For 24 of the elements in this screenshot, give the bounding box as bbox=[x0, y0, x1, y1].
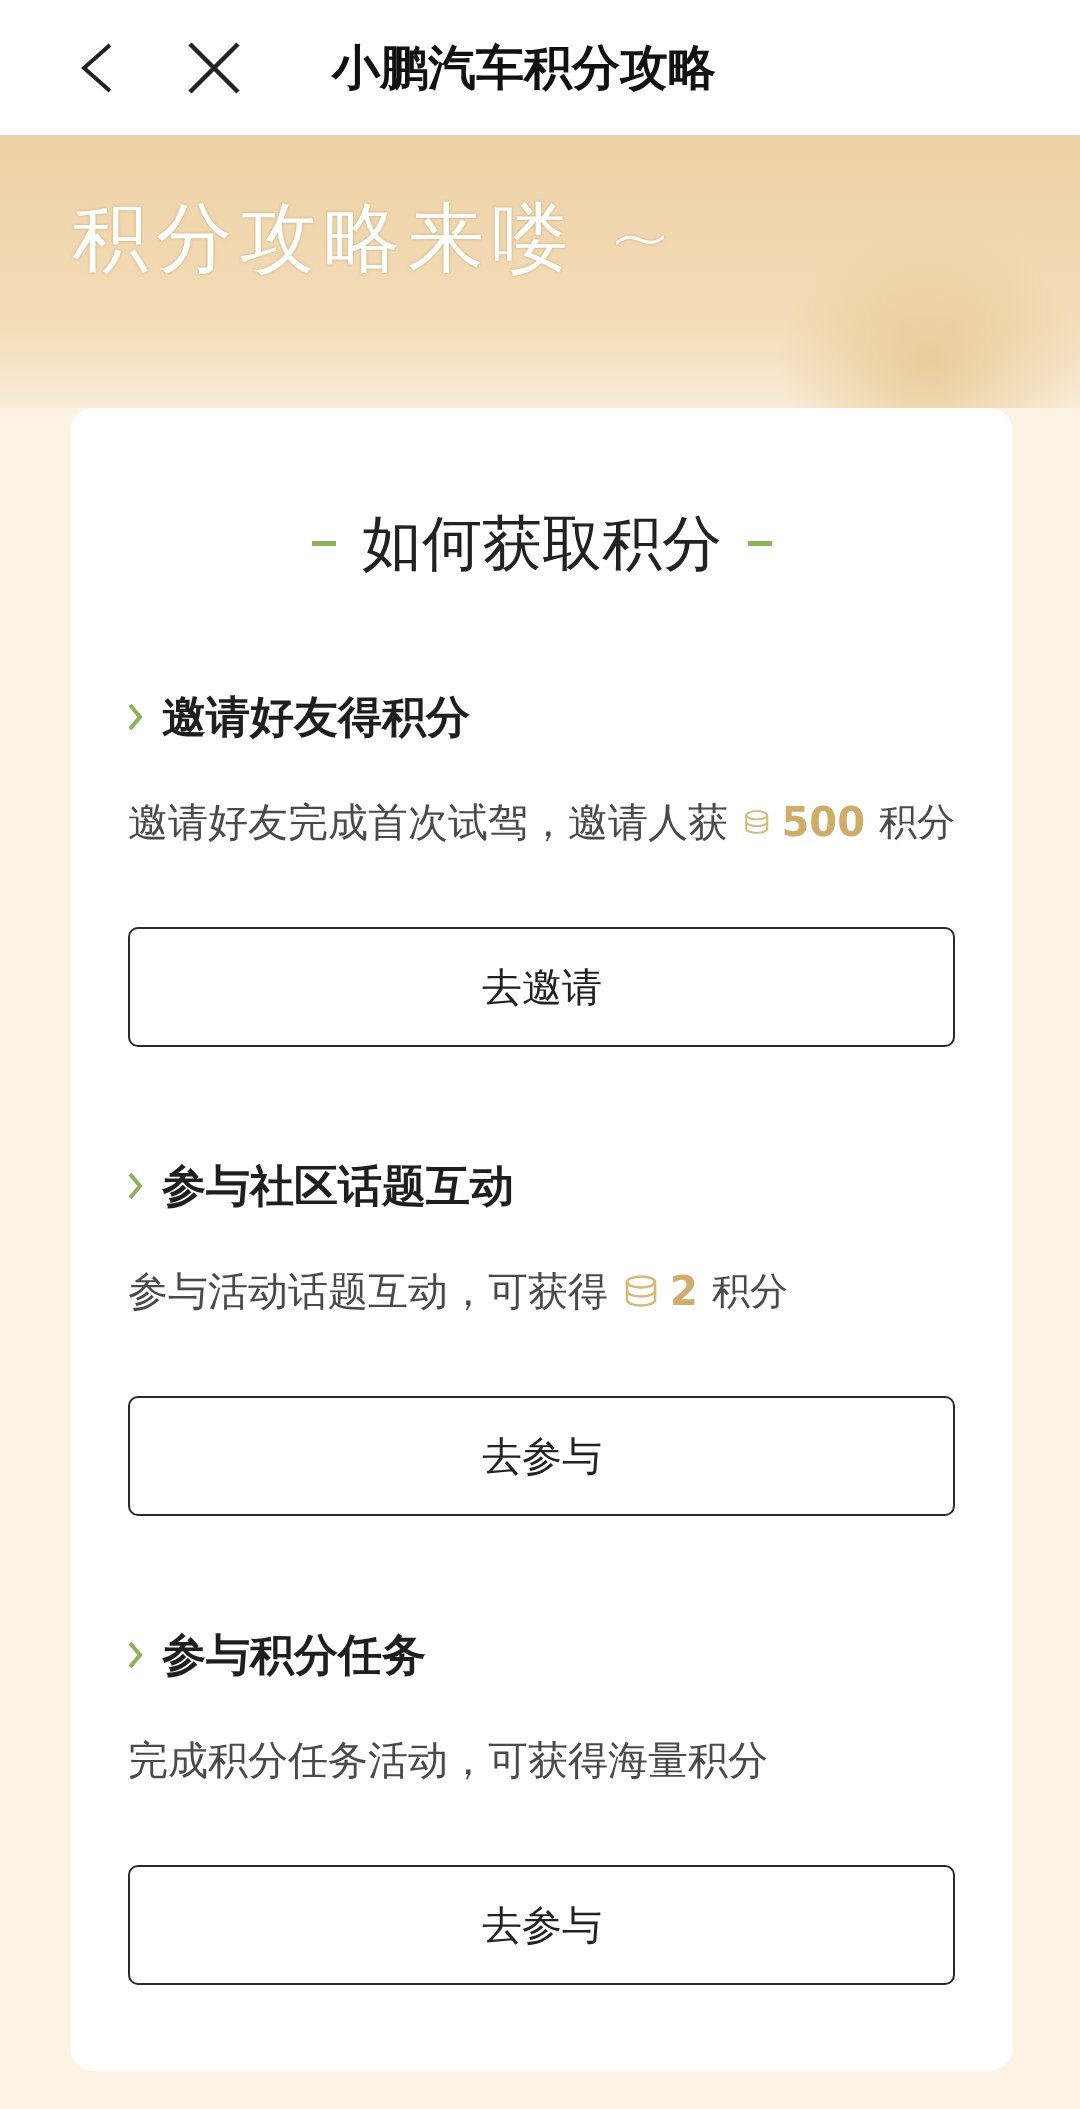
section-heading: 邀请好友得积分 bbox=[162, 690, 470, 744]
banner-headline: 积分攻略来喽 ~ bbox=[72, 193, 680, 283]
chevron-icon bbox=[128, 703, 142, 731]
action-button[interactable]: 去邀请 bbox=[128, 927, 955, 1047]
points-amount: 500 bbox=[781, 798, 865, 847]
dash-icon bbox=[747, 540, 772, 546]
coin-stack-icon bbox=[624, 1275, 658, 1307]
section-heading: 参与积分任务 bbox=[162, 1628, 426, 1682]
section-description: 邀请好友完成首次试驾，邀请人获 bbox=[128, 798, 728, 847]
section-description: 参与活动话题互动，可获得 bbox=[128, 1267, 608, 1316]
action-button[interactable]: 去参与 bbox=[128, 1396, 955, 1516]
points-unit: 积分 bbox=[879, 799, 955, 846]
dash-icon bbox=[311, 540, 336, 546]
action-button[interactable]: 去参与 bbox=[128, 1865, 955, 1985]
page-title: 小鹏汽车积分攻略 bbox=[332, 37, 716, 97]
section-heading: 参与社区话题互动 bbox=[162, 1159, 514, 1213]
back-icon[interactable] bbox=[80, 42, 114, 93]
close-icon[interactable] bbox=[188, 41, 240, 94]
points-unit: 积分 bbox=[711, 1268, 788, 1315]
card-title: 如何获取积分 bbox=[361, 508, 722, 578]
section-description: 完成积分任务活动，可获得海量积分 bbox=[128, 1736, 768, 1785]
chevron-icon bbox=[128, 1641, 142, 1669]
chevron-icon bbox=[128, 1172, 142, 1200]
points-amount: 2 bbox=[670, 1267, 698, 1316]
